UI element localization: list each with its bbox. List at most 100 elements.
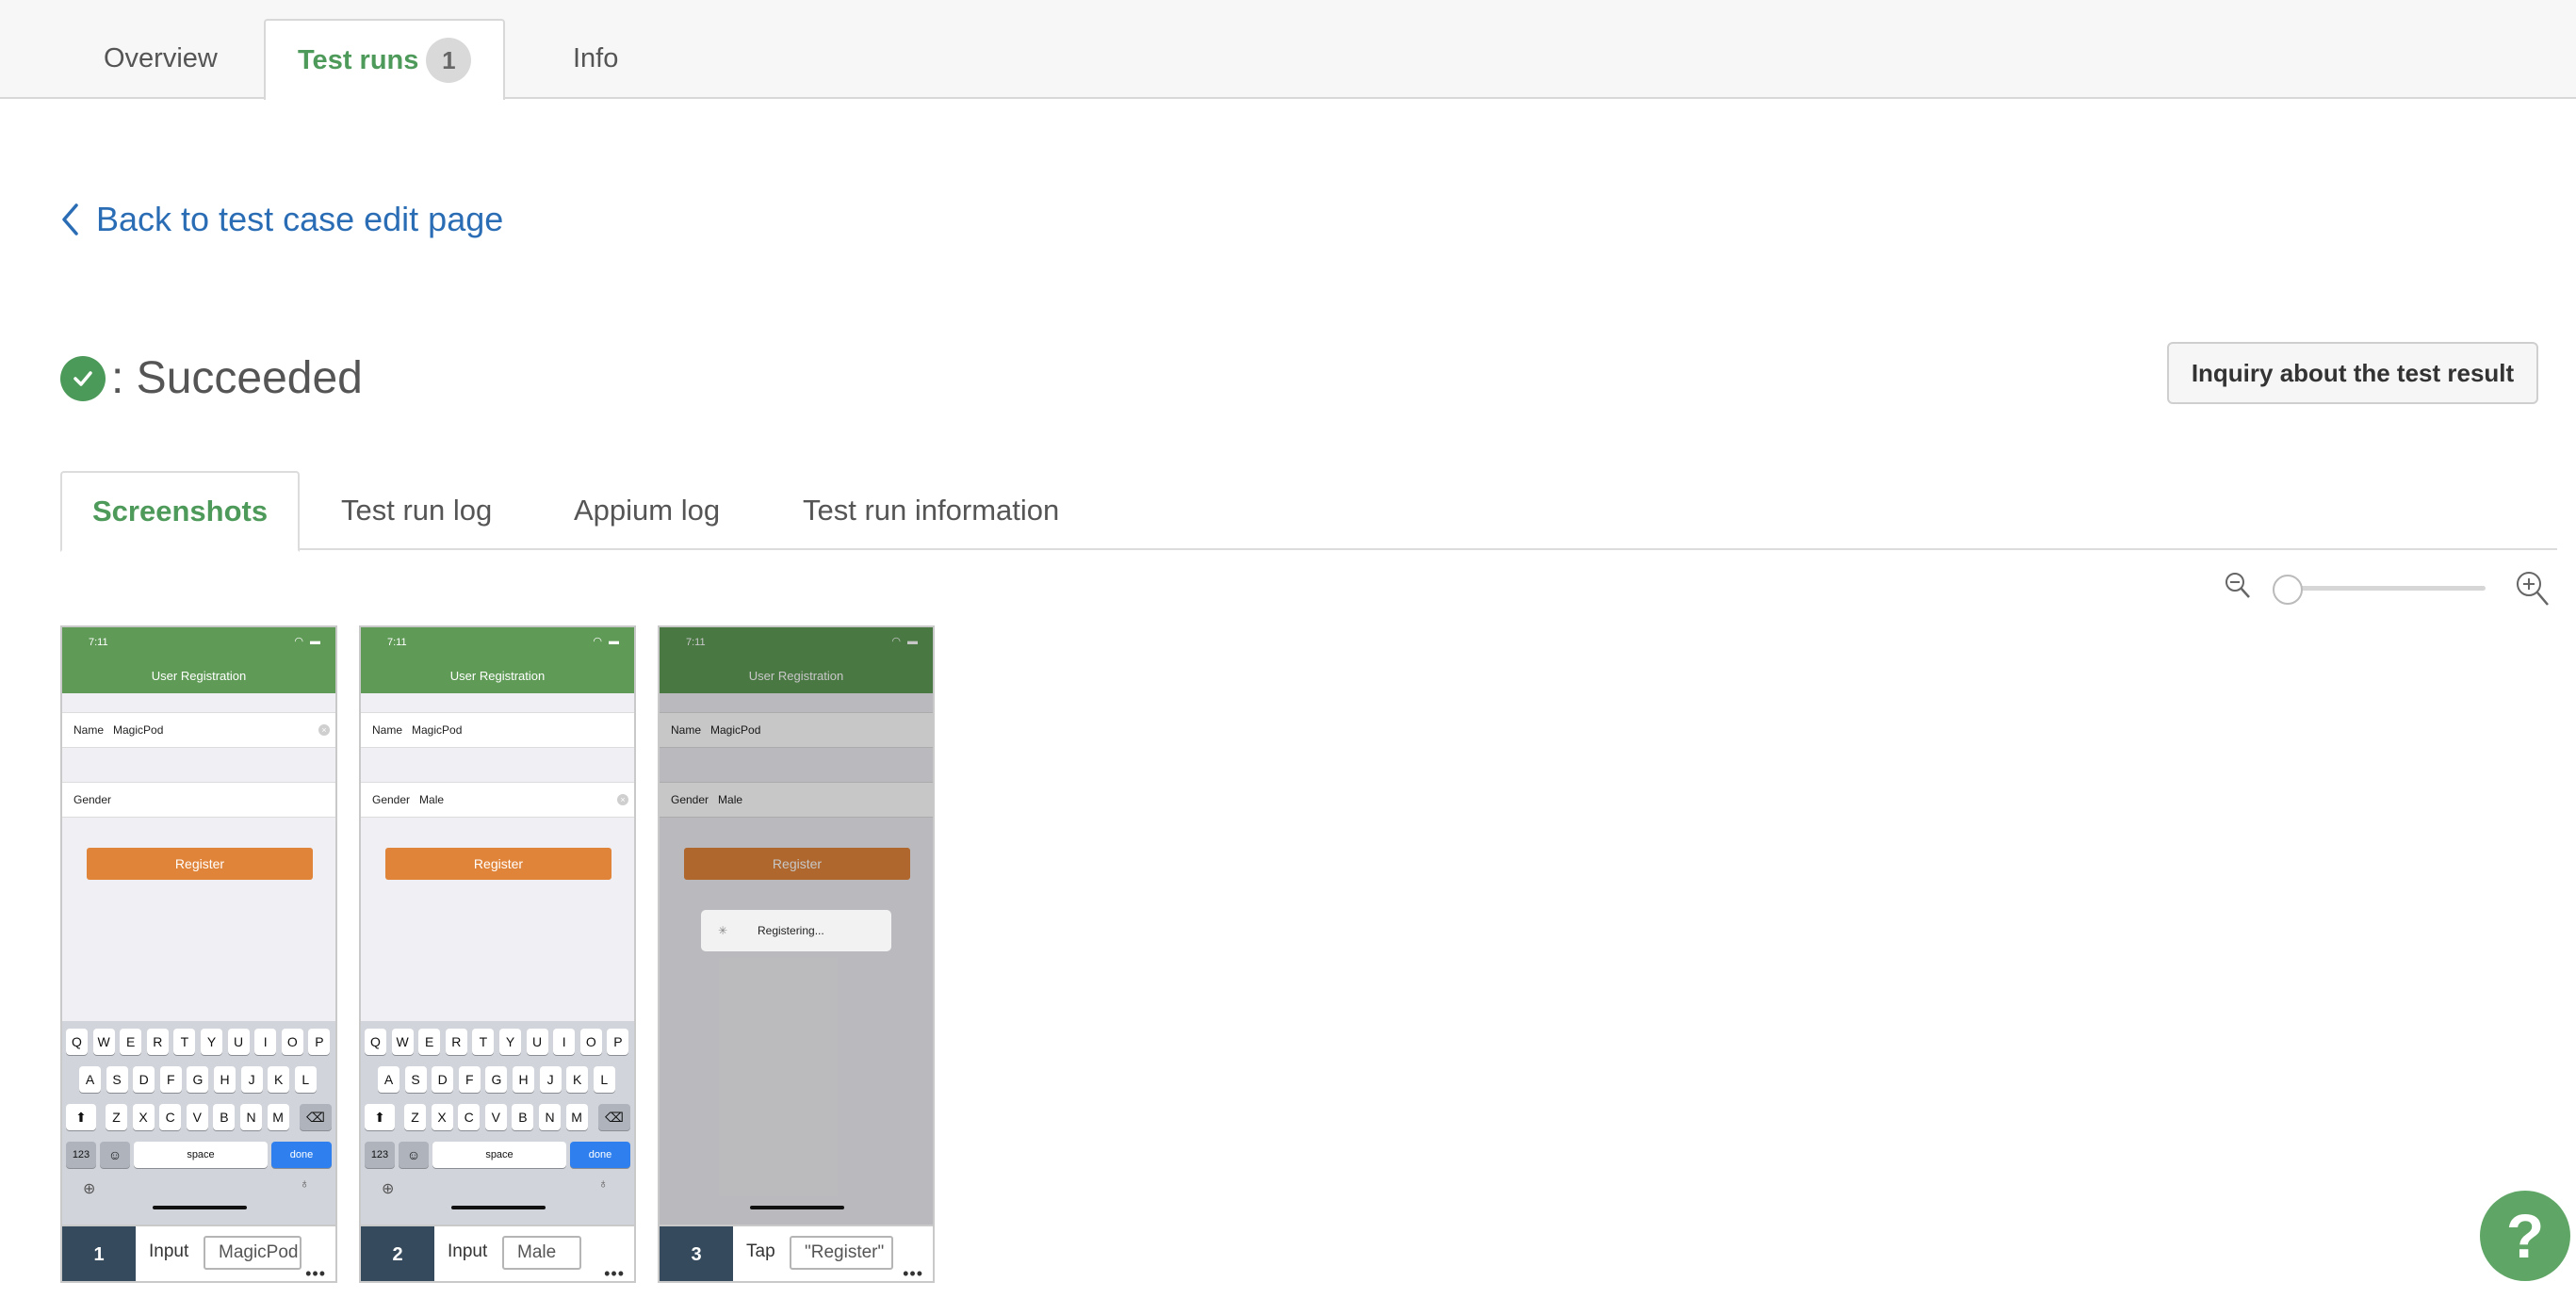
step-number: 3 xyxy=(660,1226,733,1281)
tab-info[interactable]: Info xyxy=(573,19,618,98)
more-options-icon[interactable]: ••• xyxy=(305,1264,326,1281)
step-value: Male xyxy=(502,1236,581,1270)
keyboard-key: W xyxy=(92,1029,115,1055)
keyboard-key: W xyxy=(391,1029,414,1055)
keyboard-row: ASDFGHJKL xyxy=(361,1066,634,1095)
keyboard-key: G xyxy=(485,1066,508,1093)
phone-name-field: Name MagicPod xyxy=(361,712,634,748)
tab-screenshots[interactable]: Screenshots xyxy=(60,471,301,552)
phone-time: 7:11 xyxy=(387,637,407,648)
step-value: "Register" xyxy=(790,1236,893,1270)
gender-label: Gender xyxy=(372,793,411,806)
keyboard-row: ASDFGHJKL xyxy=(62,1066,335,1095)
tab-test-runs[interactable]: Test runs 1 xyxy=(264,19,506,100)
keyboard-key: C xyxy=(159,1104,182,1130)
keyboard-key: Q xyxy=(365,1029,386,1055)
phone-title: User Registration xyxy=(449,669,546,683)
microphone-icon: ♁ xyxy=(598,1176,609,1191)
keyboard-key: T xyxy=(173,1029,196,1055)
numbers-key: 123 xyxy=(365,1142,395,1168)
keyboard-row: Z X C V B N M ⬆ ⌫ xyxy=(361,1104,634,1132)
more-options-icon[interactable]: ••• xyxy=(903,1264,923,1281)
zoom-slider-handle[interactable] xyxy=(2273,575,2303,605)
space-key: space xyxy=(134,1142,268,1168)
keyboard-key: Z xyxy=(106,1104,127,1130)
backspace-icon: ⌫ xyxy=(598,1104,630,1130)
keyboard-key: R xyxy=(146,1029,169,1055)
screenshot-image: 7:11 ◠ ▬ User Registration Name MagicPod… xyxy=(660,627,933,1225)
keyboard-key: E xyxy=(418,1029,441,1055)
keyboard-key: B xyxy=(512,1104,534,1130)
tab-overview[interactable]: Overview xyxy=(104,19,218,98)
keyboard-key: H xyxy=(513,1066,534,1093)
chevron-left-icon xyxy=(62,203,78,235)
success-check-icon xyxy=(60,355,106,401)
back-to-edit-link[interactable]: Back to test case edit page xyxy=(60,200,503,239)
shift-icon: ⬆ xyxy=(365,1104,395,1130)
phone-nav-bar: 7:11 ◠ ▬ User Registration xyxy=(62,627,335,693)
screenshot-card-2[interactable]: 7:11 ◠ ▬ User Registration Name MagicPod… xyxy=(359,625,636,1283)
home-indicator xyxy=(451,1206,546,1209)
wifi-battery-icon: ◠ ▬ xyxy=(294,636,322,647)
name-value: MagicPod xyxy=(113,723,164,737)
keyboard-key: O xyxy=(579,1029,602,1055)
phone-register-button: Register xyxy=(87,848,313,880)
more-options-icon[interactable]: ••• xyxy=(604,1264,625,1281)
phone-gender-field: Gender Male × xyxy=(361,782,634,818)
keyboard-key: K xyxy=(268,1066,290,1093)
keyboard-row: QWERTYUIOP xyxy=(361,1029,634,1057)
zoom-out-icon[interactable] xyxy=(2224,571,2252,603)
inquiry-button[interactable]: Inquiry about the test result xyxy=(2167,342,2538,404)
numbers-key: 123 xyxy=(66,1142,96,1168)
keyboard-row: QWERTYUIOP xyxy=(62,1029,335,1057)
phone-gender-field: Gender xyxy=(62,782,335,818)
keyboard-key: X xyxy=(431,1104,453,1130)
top-tab-bar: Overview Test runs 1 Info xyxy=(0,0,2576,100)
screenshot-image: 7:11 ◠ ▬ User Registration Name MagicPod… xyxy=(62,627,335,1225)
keyboard-key: L xyxy=(294,1066,317,1093)
keyboard-key: P xyxy=(607,1029,629,1055)
home-indicator xyxy=(750,1206,844,1209)
screenshot-card-1[interactable]: 7:11 ◠ ▬ User Registration Name MagicPod… xyxy=(60,625,337,1283)
zoom-in-icon[interactable] xyxy=(2514,569,2552,610)
keyboard-key: K xyxy=(566,1066,589,1093)
keyboard-key: Z xyxy=(404,1104,426,1130)
test-runs-count-badge: 1 xyxy=(426,38,472,83)
step-action: Input xyxy=(448,1241,488,1261)
name-value: MagicPod xyxy=(412,723,463,737)
tab-appium-log[interactable]: Appium log xyxy=(574,471,720,550)
keyboard-key: X xyxy=(132,1104,155,1130)
step-number: 1 xyxy=(62,1226,136,1281)
keyboard-key: Y xyxy=(201,1029,222,1055)
phone-register-button: Register xyxy=(385,848,611,880)
tab-test-run-information[interactable]: Test run information xyxy=(803,471,1059,550)
backspace-icon: ⌫ xyxy=(300,1104,332,1130)
keyboard-key: G xyxy=(187,1066,209,1093)
keyboard-key: N xyxy=(240,1104,262,1130)
keyboard-key: R xyxy=(445,1029,467,1055)
name-label: Name xyxy=(73,723,105,737)
zoom-slider-track[interactable] xyxy=(2280,586,2486,591)
done-key: done xyxy=(271,1142,332,1168)
globe-icon: ⊕ xyxy=(83,1181,96,1197)
phone-nav-bar: 7:11 ◠ ▬ User Registration xyxy=(361,627,634,693)
keyboard-key: I xyxy=(254,1029,277,1055)
step-bar: 3 Tap "Register" ••• xyxy=(660,1225,933,1281)
tab-overview-label: Overview xyxy=(104,42,218,73)
test-status: : Succeeded xyxy=(60,352,363,404)
keyboard-key: B xyxy=(213,1104,236,1130)
tab-screenshots-label: Screenshots xyxy=(92,495,269,527)
keyboard-key: O xyxy=(281,1029,303,1055)
registering-hud: ✳ Registering... xyxy=(701,910,891,951)
keyboard-row: 123 ☺ space done xyxy=(62,1142,335,1170)
screenshot-image: 7:11 ◠ ▬ User Registration Name MagicPod… xyxy=(361,627,634,1225)
keyboard-key: J xyxy=(539,1066,562,1093)
tab-info-label: Info xyxy=(573,42,619,73)
screenshot-card-3[interactable]: 7:11 ◠ ▬ User Registration Name MagicPod… xyxy=(658,625,935,1283)
keyboard-key: H xyxy=(214,1066,236,1093)
phone-keyboard: QWERTYUIOP ASDFGHJKL Z X C V B N M ⬆ ⌫ 123 ☺ spa… xyxy=(62,1021,335,1225)
help-button[interactable]: ? xyxy=(2480,1191,2570,1281)
keyboard-key: N xyxy=(539,1104,561,1130)
tab-test-run-log[interactable]: Test run log xyxy=(341,471,492,550)
name-label: Name xyxy=(372,723,403,737)
